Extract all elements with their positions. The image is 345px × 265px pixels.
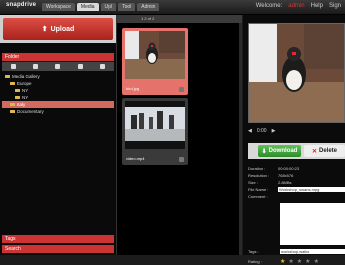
left-panel: ⬆ Upload Folder Media Gallery Europe NY …: [0, 15, 117, 255]
tab-upload[interactable]: Upl: [100, 3, 117, 11]
tree-item-label: NY: [22, 95, 29, 100]
tree-item-label: Documentary: [17, 109, 44, 114]
media-caption: bird.jpg: [126, 86, 140, 91]
tab-workspace[interactable]: Workspace: [42, 3, 75, 11]
meta-row: Resolution : 768x576: [248, 172, 345, 179]
grid-header: 1 2 of 2: [117, 15, 242, 23]
star-icon[interactable]: ★: [314, 258, 319, 265]
metadata-list: Duration : 00:00:00:23 Resolution : 768x…: [248, 165, 345, 200]
folder-icon: [15, 88, 20, 93]
rating-row: Rating : ★ ★ ★ ★ ★: [248, 258, 345, 265]
upload-label: Upload: [50, 25, 75, 33]
delete-button[interactable]: ✕ Delete: [304, 145, 345, 157]
tags-label: Tags :: [248, 249, 259, 254]
rename-folder-icon[interactable]: [33, 64, 39, 69]
tree-item-selected[interactable]: Italy: [2, 101, 114, 108]
delete-label: Delete: [319, 148, 338, 154]
grid-scrollbar[interactable]: [239, 23, 242, 255]
grid-pagination: 1 2 of 2: [141, 16, 155, 21]
media-thumbnail: [125, 101, 185, 149]
app-logo: snapdrive: [6, 2, 37, 8]
tree-item[interactable]: Europe: [2, 80, 114, 87]
folder-icon: [5, 74, 10, 79]
folder-icon: [15, 95, 20, 100]
tab-tool[interactable]: Tool: [118, 3, 136, 11]
main-tabs: Workspace Media Upl Tool Admin: [42, 3, 160, 11]
upload-button[interactable]: ⬆ Upload: [3, 18, 113, 40]
filename-field[interactable]: Workshop_swans.mpg: [278, 187, 345, 192]
delete-folder-icon[interactable]: [100, 64, 106, 69]
move-folder-icon[interactable]: [55, 64, 61, 69]
upload-icon: ⬆: [41, 26, 48, 33]
folder-toolbar: [2, 62, 114, 71]
tree-item-label: NY: [22, 88, 29, 93]
media-card-selected[interactable]: bird.jpg: [122, 28, 188, 95]
signout-link[interactable]: Sign: [329, 3, 341, 9]
media-thumbnail: [125, 31, 185, 79]
tree-item[interactable]: Media Gallery: [2, 73, 114, 80]
meta-row: Duration : 00:00:00:23: [248, 165, 345, 172]
search-panel-header[interactable]: Search: [2, 245, 114, 253]
card-delete-icon[interactable]: [179, 157, 184, 162]
tree-item[interactable]: NY: [2, 94, 114, 101]
meta-key: Duration :: [248, 166, 266, 171]
meta-value: 2.8MBs: [278, 180, 292, 185]
meta-value: 768x576: [278, 173, 294, 178]
download-label: Download: [268, 148, 298, 154]
download-button[interactable]: ⬇ Download: [258, 145, 301, 157]
meta-key: Resolution :: [248, 173, 270, 178]
tree-item-label: Media Gallery: [12, 74, 40, 79]
media-card[interactable]: video.mp4: [122, 98, 188, 165]
playback-time: 0:00: [256, 128, 267, 134]
tab-admin[interactable]: Admin: [137, 3, 160, 11]
tags-field[interactable]: workshop,walks: [280, 249, 345, 254]
username[interactable]: admin: [288, 3, 304, 9]
tags-row: Tags : workshop,walks: [248, 249, 345, 254]
star-icon[interactable]: ★: [297, 258, 302, 265]
tree-item[interactable]: NY: [2, 87, 114, 94]
tree-item-label: Italy: [17, 102, 26, 107]
comment-field[interactable]: [280, 203, 345, 245]
top-right-area: Welcome: admin Help Sign: [256, 3, 341, 9]
download-icon: ⬇: [261, 148, 267, 155]
action-bar: ⬇ Download ✕ Delete: [248, 143, 345, 159]
playback-controls: ◀ 0:00 ▶: [248, 127, 345, 135]
rewind-icon[interactable]: ◀: [248, 128, 252, 134]
delete-icon: ✕: [311, 148, 317, 155]
help-link[interactable]: Help: [311, 3, 323, 9]
star-icon[interactable]: ★: [288, 258, 293, 265]
media-grid-panel: 1 2 of 2 bird.jpg video.mp4: [117, 15, 242, 255]
meta-row: Size : 2.8MBs: [248, 179, 345, 186]
rating-stars: ★ ★ ★ ★ ★: [280, 258, 319, 265]
tree-item[interactable]: Documentary: [2, 108, 114, 115]
folder-header: Folder: [2, 53, 114, 61]
top-bar: snapdrive Workspace Media Upl Tool Admin…: [0, 0, 345, 15]
play-icon[interactable]: ▶: [272, 128, 276, 134]
star-icon[interactable]: ★: [280, 258, 285, 265]
new-folder-icon[interactable]: [10, 64, 16, 69]
star-icon[interactable]: ★: [305, 258, 310, 265]
comment-row: Comment :: [248, 193, 345, 200]
welcome-text: Welcome:: [255, 3, 283, 9]
card-delete-icon[interactable]: [179, 87, 184, 92]
folder-icon: [10, 81, 15, 86]
filename-row: File Name : Workshop_swans.mpg: [248, 186, 345, 193]
comment-label: Comment :: [248, 194, 268, 199]
meta-key: Size :: [248, 180, 259, 185]
tags-panel-header[interactable]: Tags: [2, 235, 114, 243]
media-caption: video.mp4: [126, 156, 145, 161]
folder-icon: [10, 109, 15, 114]
meta-value: 00:00:00:23: [278, 166, 300, 171]
upload-area: ⬆ Upload: [0, 15, 116, 43]
tree-item-label: Europe: [17, 81, 32, 86]
media-preview: [248, 23, 345, 123]
tab-media[interactable]: Media: [76, 3, 99, 11]
preview-panel: ◀ 0:00 ▶ ⬇ Download ✕ Delete Duration : …: [243, 15, 345, 265]
folder-icon: [10, 102, 15, 107]
rating-label: Rating :: [248, 259, 262, 264]
filename-label: File Name :: [248, 187, 269, 192]
folder-tree: Media Gallery Europe NY NY Italy Documen…: [2, 73, 114, 115]
share-folder-icon[interactable]: [77, 64, 83, 69]
